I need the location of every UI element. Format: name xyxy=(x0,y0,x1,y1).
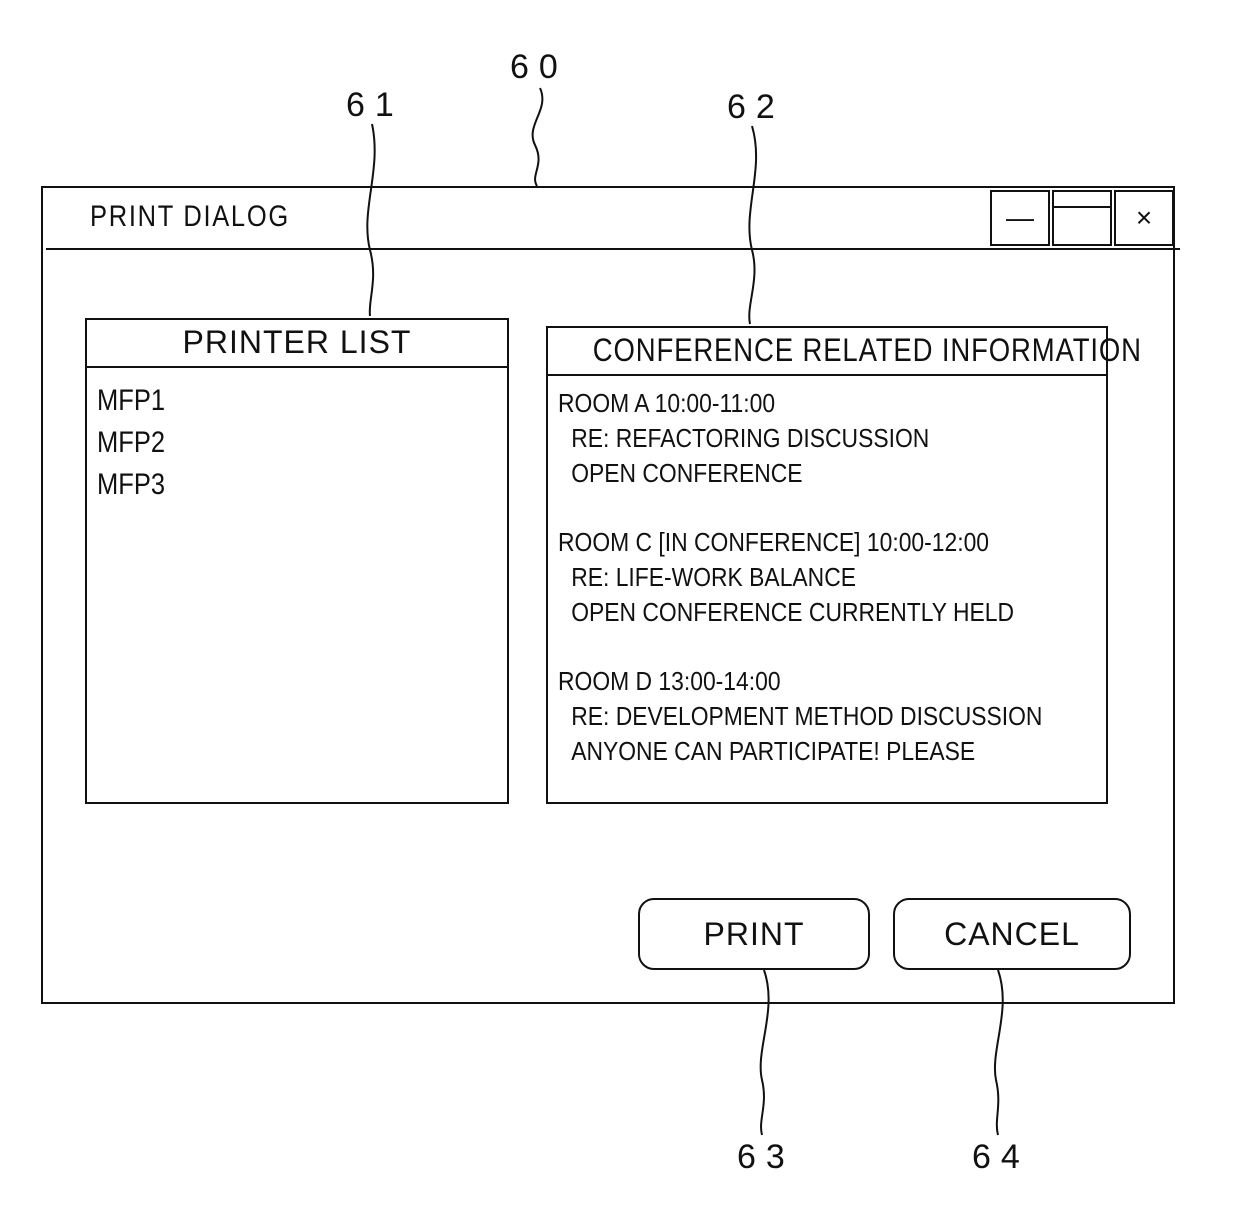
conference-info-panel: CONFERENCE RELATED INFORMATION ROOM A 10… xyxy=(546,326,1141,804)
ref-numeral-window: 60 xyxy=(510,48,568,86)
conference-subject: RE: REFACTORING DISCUSSION xyxy=(571,423,930,453)
printer-list: MFP1 MFP2 MFP3 xyxy=(87,368,507,518)
printer-list-panel: PRINTER LIST MFP1 MFP2 MFP3 xyxy=(85,318,509,804)
print-dialog-window: PRINT DIALOG — × PRINTER LIST MFP1 MFP2 … xyxy=(41,186,1180,1004)
maximize-icon xyxy=(1054,206,1110,208)
ref-numeral-conference-info: 62 xyxy=(727,88,785,126)
title-bar[interactable]: PRINT DIALOG — × xyxy=(46,188,1180,250)
minimize-icon: — xyxy=(1006,202,1034,233)
conference-entry: ROOM C [IN CONFERENCE] 10:00-12:00 RE: L… xyxy=(558,525,1096,630)
conference-heading: ROOM A 10:00-11:00 xyxy=(558,388,776,418)
close-icon: × xyxy=(1135,202,1153,233)
conference-entry: ROOM A 10:00-11:00 RE: REFACTORING DISCU… xyxy=(558,386,1096,491)
conference-note: OPEN CONFERENCE CURRENTLY HELD xyxy=(571,597,1015,627)
ref-numeral-cancel-button: 64 xyxy=(972,1138,1030,1176)
conference-info-header: CONFERENCE RELATED INFORMATION xyxy=(548,328,1141,376)
close-button[interactable]: × xyxy=(1114,190,1174,246)
conference-note: ANYONE CAN PARTICIPATE! PLEASE xyxy=(571,736,976,766)
minimize-button[interactable]: — xyxy=(990,190,1050,246)
conference-subject: RE: LIFE-WORK BALANCE xyxy=(571,562,856,592)
ref-numeral-printer-list: 61 xyxy=(346,86,404,124)
conference-heading: ROOM D 13:00-14:00 xyxy=(558,666,781,696)
printer-list-header: PRINTER LIST xyxy=(87,320,507,368)
cancel-button[interactable]: CANCEL xyxy=(893,898,1131,970)
conference-info-body: ROOM A 10:00-11:00 RE: REFACTORING DISCU… xyxy=(548,376,1106,813)
ref-numeral-print-button: 63 xyxy=(737,1138,795,1176)
printer-item-mfp2[interactable]: MFP2 xyxy=(97,422,437,464)
maximize-button[interactable] xyxy=(1052,190,1112,246)
print-button[interactable]: PRINT xyxy=(638,898,870,970)
conference-entry: ROOM D 13:00-14:00 RE: DEVELOPMENT METHO… xyxy=(558,664,1096,769)
conference-info-header-text: CONFERENCE RELATED INFORMATION xyxy=(592,332,1142,368)
leader-line-window xyxy=(531,87,544,187)
conference-subject: RE: DEVELOPMENT METHOD DISCUSSION xyxy=(571,701,1043,731)
window-title: PRINT DIALOG xyxy=(90,200,290,233)
conference-note: OPEN CONFERENCE xyxy=(571,458,803,488)
printer-item-mfp3[interactable]: MFP3 xyxy=(97,464,437,506)
conference-heading: ROOM C [IN CONFERENCE] 10:00-12:00 xyxy=(558,527,990,557)
printer-item-mfp1[interactable]: MFP1 xyxy=(97,380,437,422)
